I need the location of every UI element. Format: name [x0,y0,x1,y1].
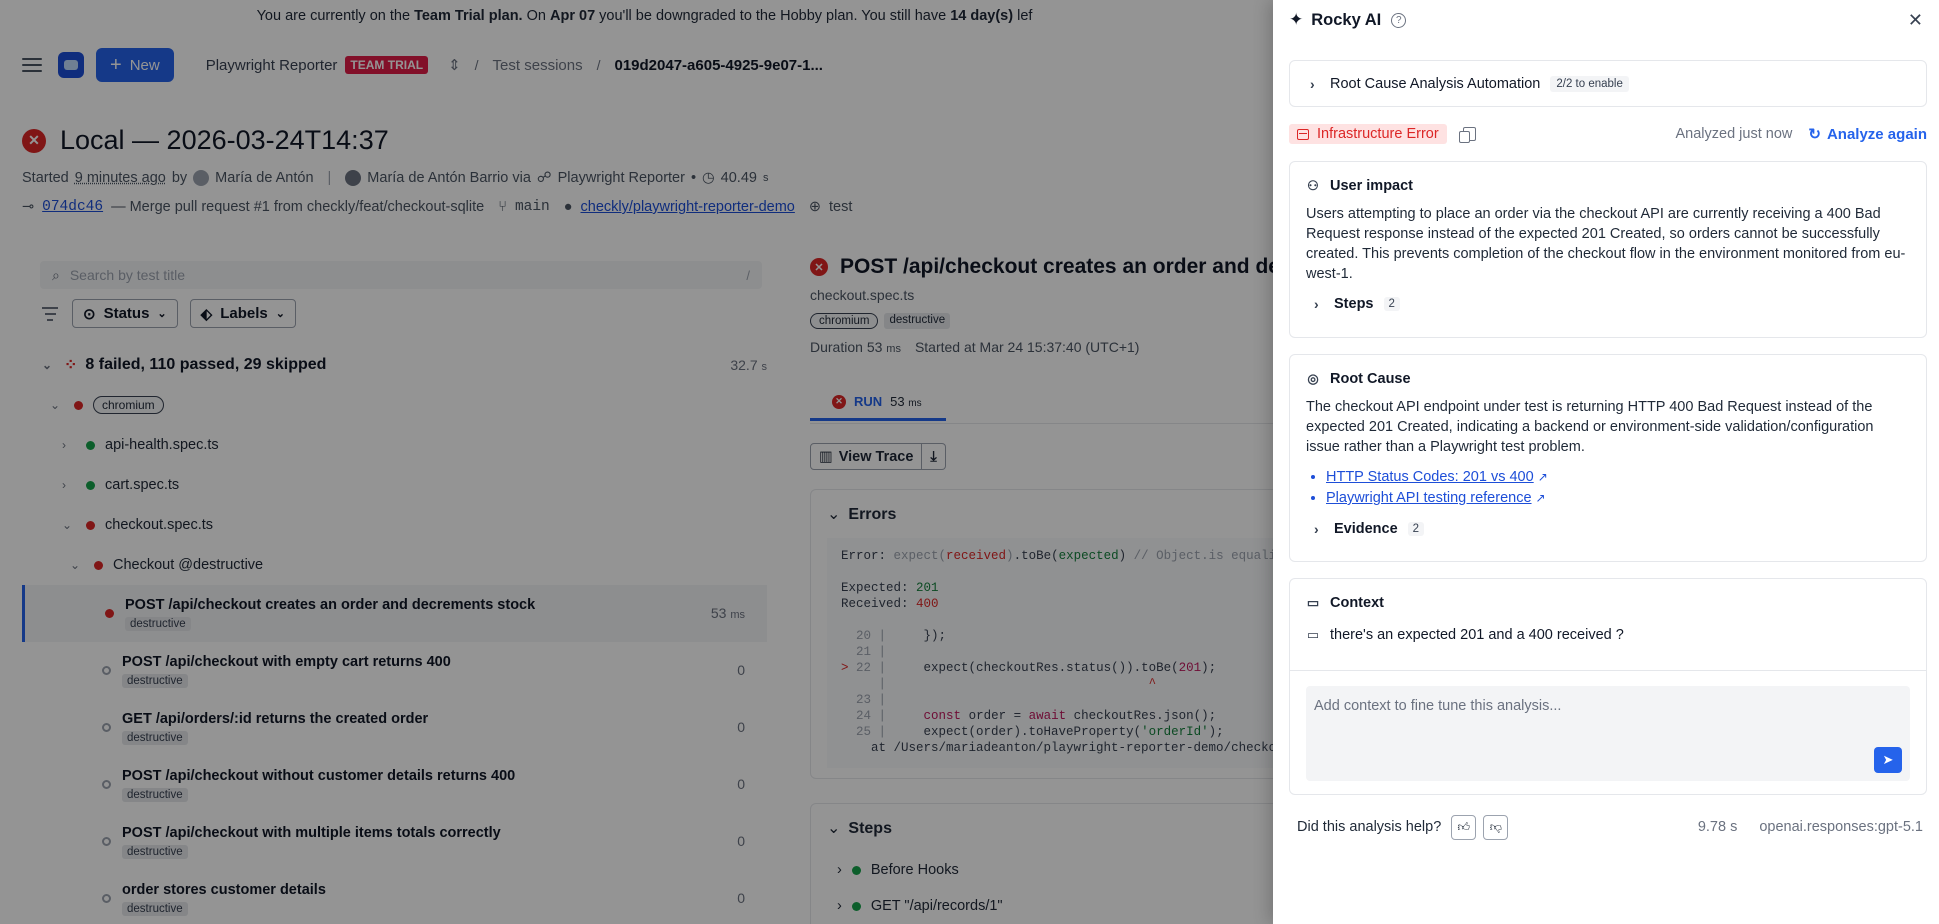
send-button[interactable]: ➤ [1874,747,1902,773]
thumbs-down-icon[interactable]: 👎︎ [1483,814,1509,840]
rca-automation-toggle[interactable]: › Root Cause Analysis Automation 2/2 to … [1289,60,1927,107]
chevron-right-icon: › [1310,75,1315,92]
modal-overlay[interactable] [0,0,1273,924]
chevron-right-icon: › [1314,296,1319,312]
context-input[interactable]: Add context to fine tune this analysis..… [1306,686,1910,781]
evidence-toggle[interactable]: › Evidence 2 [1314,521,1910,537]
external-link-icon: ↗ [1537,470,1548,484]
rocky-ai-panel: ✦ Rocky AI ? ✕ › Root Cause Analysis Aut… [1273,0,1939,924]
reference-link[interactable]: Playwright API testing reference [1326,490,1532,506]
reference-link[interactable]: HTTP Status Codes: 201 vs 400 [1326,469,1534,485]
panel-header: ✦ Rocky AI ? ✕ [1289,10,1923,31]
close-icon[interactable]: ✕ [1908,10,1923,31]
steps-toggle[interactable]: › Steps 2 [1314,296,1910,312]
refresh-icon: ↻ [1808,126,1821,143]
server-icon [1297,128,1309,140]
chevron-right-icon: › [1314,521,1319,537]
analyze-again-button[interactable]: ↻ Analyze again [1808,125,1927,144]
feedback-bar: Did this analysis help? 👍︎ 👎︎ 9.78 s ope… [1297,812,1923,842]
comment-icon: ▭ [1306,595,1320,610]
user-impact-card: ⚇ User impact Users attempting to place a… [1289,161,1927,338]
analysis-status: Infrastructure Error Analyzed just now ↻… [1289,122,1927,146]
context-message: ▭ there's an expected 201 and a 400 recei… [1306,627,1624,643]
external-link-icon: ↗ [1535,491,1546,505]
target-icon: ◎ [1307,371,1319,386]
sparkle-icon: ✦ [1289,10,1304,29]
copy-icon[interactable] [1458,127,1476,143]
error-type-badge: Infrastructure Error [1289,124,1447,144]
thumbs-up-icon[interactable]: 👍︎ [1451,814,1477,840]
help-icon[interactable]: ? [1391,12,1407,28]
root-cause-card: ◎ Root Cause The checkout API endpoint un… [1289,354,1927,562]
comment-icon: ▭ [1306,627,1320,642]
users-icon: ⚇ [1307,178,1319,193]
context-card: ▭ Context ▭ there's an expected 201 and a … [1289,578,1927,795]
